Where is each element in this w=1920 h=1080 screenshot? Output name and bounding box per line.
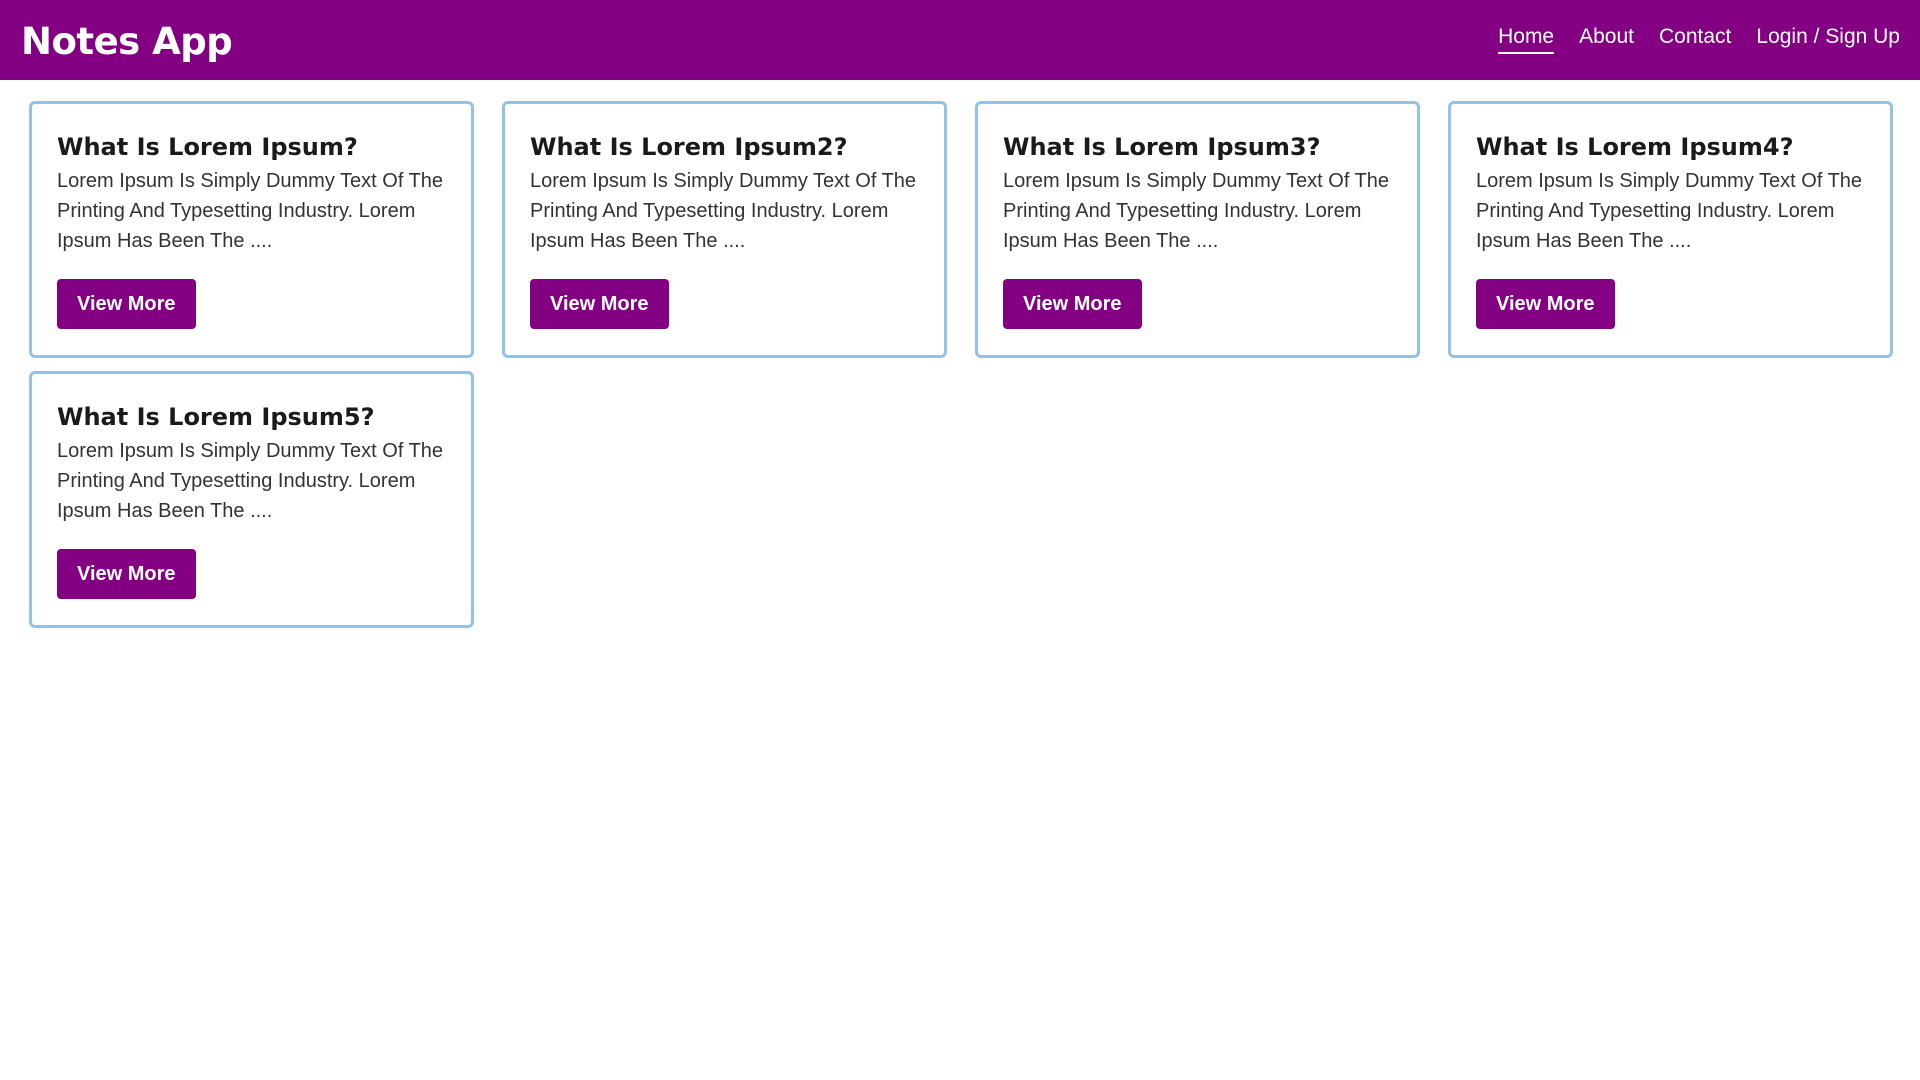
note-card: What Is Lorem Ipsum2? Lorem Ipsum Is Sim… — [502, 101, 947, 358]
note-card: What Is Lorem Ipsum? Lorem Ipsum Is Simp… — [29, 101, 474, 358]
note-excerpt: Lorem Ipsum Is Simply Dummy Text Of The … — [57, 440, 444, 522]
note-title: What Is Lorem Ipsum3? — [1003, 133, 1321, 161]
note-title: What Is Lorem Ipsum5? — [57, 403, 375, 431]
nav-link-home[interactable]: Home — [1498, 25, 1555, 54]
view-more-button[interactable]: View More — [1476, 279, 1615, 329]
brand-logo-link[interactable]: Notes App — [21, 20, 233, 63]
nav-links: Home About Contact Login / Sign Up — [1498, 25, 1900, 54]
note-title: What Is Lorem Ipsum2? — [530, 133, 848, 161]
note-card: What Is Lorem Ipsum3? Lorem Ipsum Is Sim… — [975, 101, 1420, 358]
note-title: What Is Lorem Ipsum? — [57, 133, 358, 161]
navbar: Notes App Home About Contact Login / Sig… — [0, 0, 1920, 80]
view-more-button[interactable]: View More — [1003, 279, 1142, 329]
view-more-button[interactable]: View More — [530, 279, 669, 329]
view-more-button[interactable]: View More — [57, 279, 196, 329]
note-card: What Is Lorem Ipsum4? Lorem Ipsum Is Sim… — [1448, 101, 1893, 358]
view-more-button[interactable]: View More — [57, 549, 196, 599]
nav-link-about[interactable]: About — [1579, 25, 1634, 54]
nav-link-contact[interactable]: Contact — [1659, 25, 1731, 54]
note-excerpt: Lorem Ipsum Is Simply Dummy Text Of The … — [57, 170, 444, 252]
note-title: What Is Lorem Ipsum4? — [1476, 133, 1794, 161]
note-excerpt: Lorem Ipsum Is Simply Dummy Text Of The … — [1003, 170, 1390, 252]
note-excerpt: Lorem Ipsum Is Simply Dummy Text Of The … — [1476, 170, 1863, 252]
notes-grid: What Is Lorem Ipsum? Lorem Ipsum Is Simp… — [29, 101, 1893, 628]
nav-link-login-signup[interactable]: Login / Sign Up — [1756, 25, 1900, 54]
note-excerpt: Lorem Ipsum Is Simply Dummy Text Of The … — [530, 170, 917, 252]
note-card: What Is Lorem Ipsum5? Lorem Ipsum Is Sim… — [29, 371, 474, 628]
